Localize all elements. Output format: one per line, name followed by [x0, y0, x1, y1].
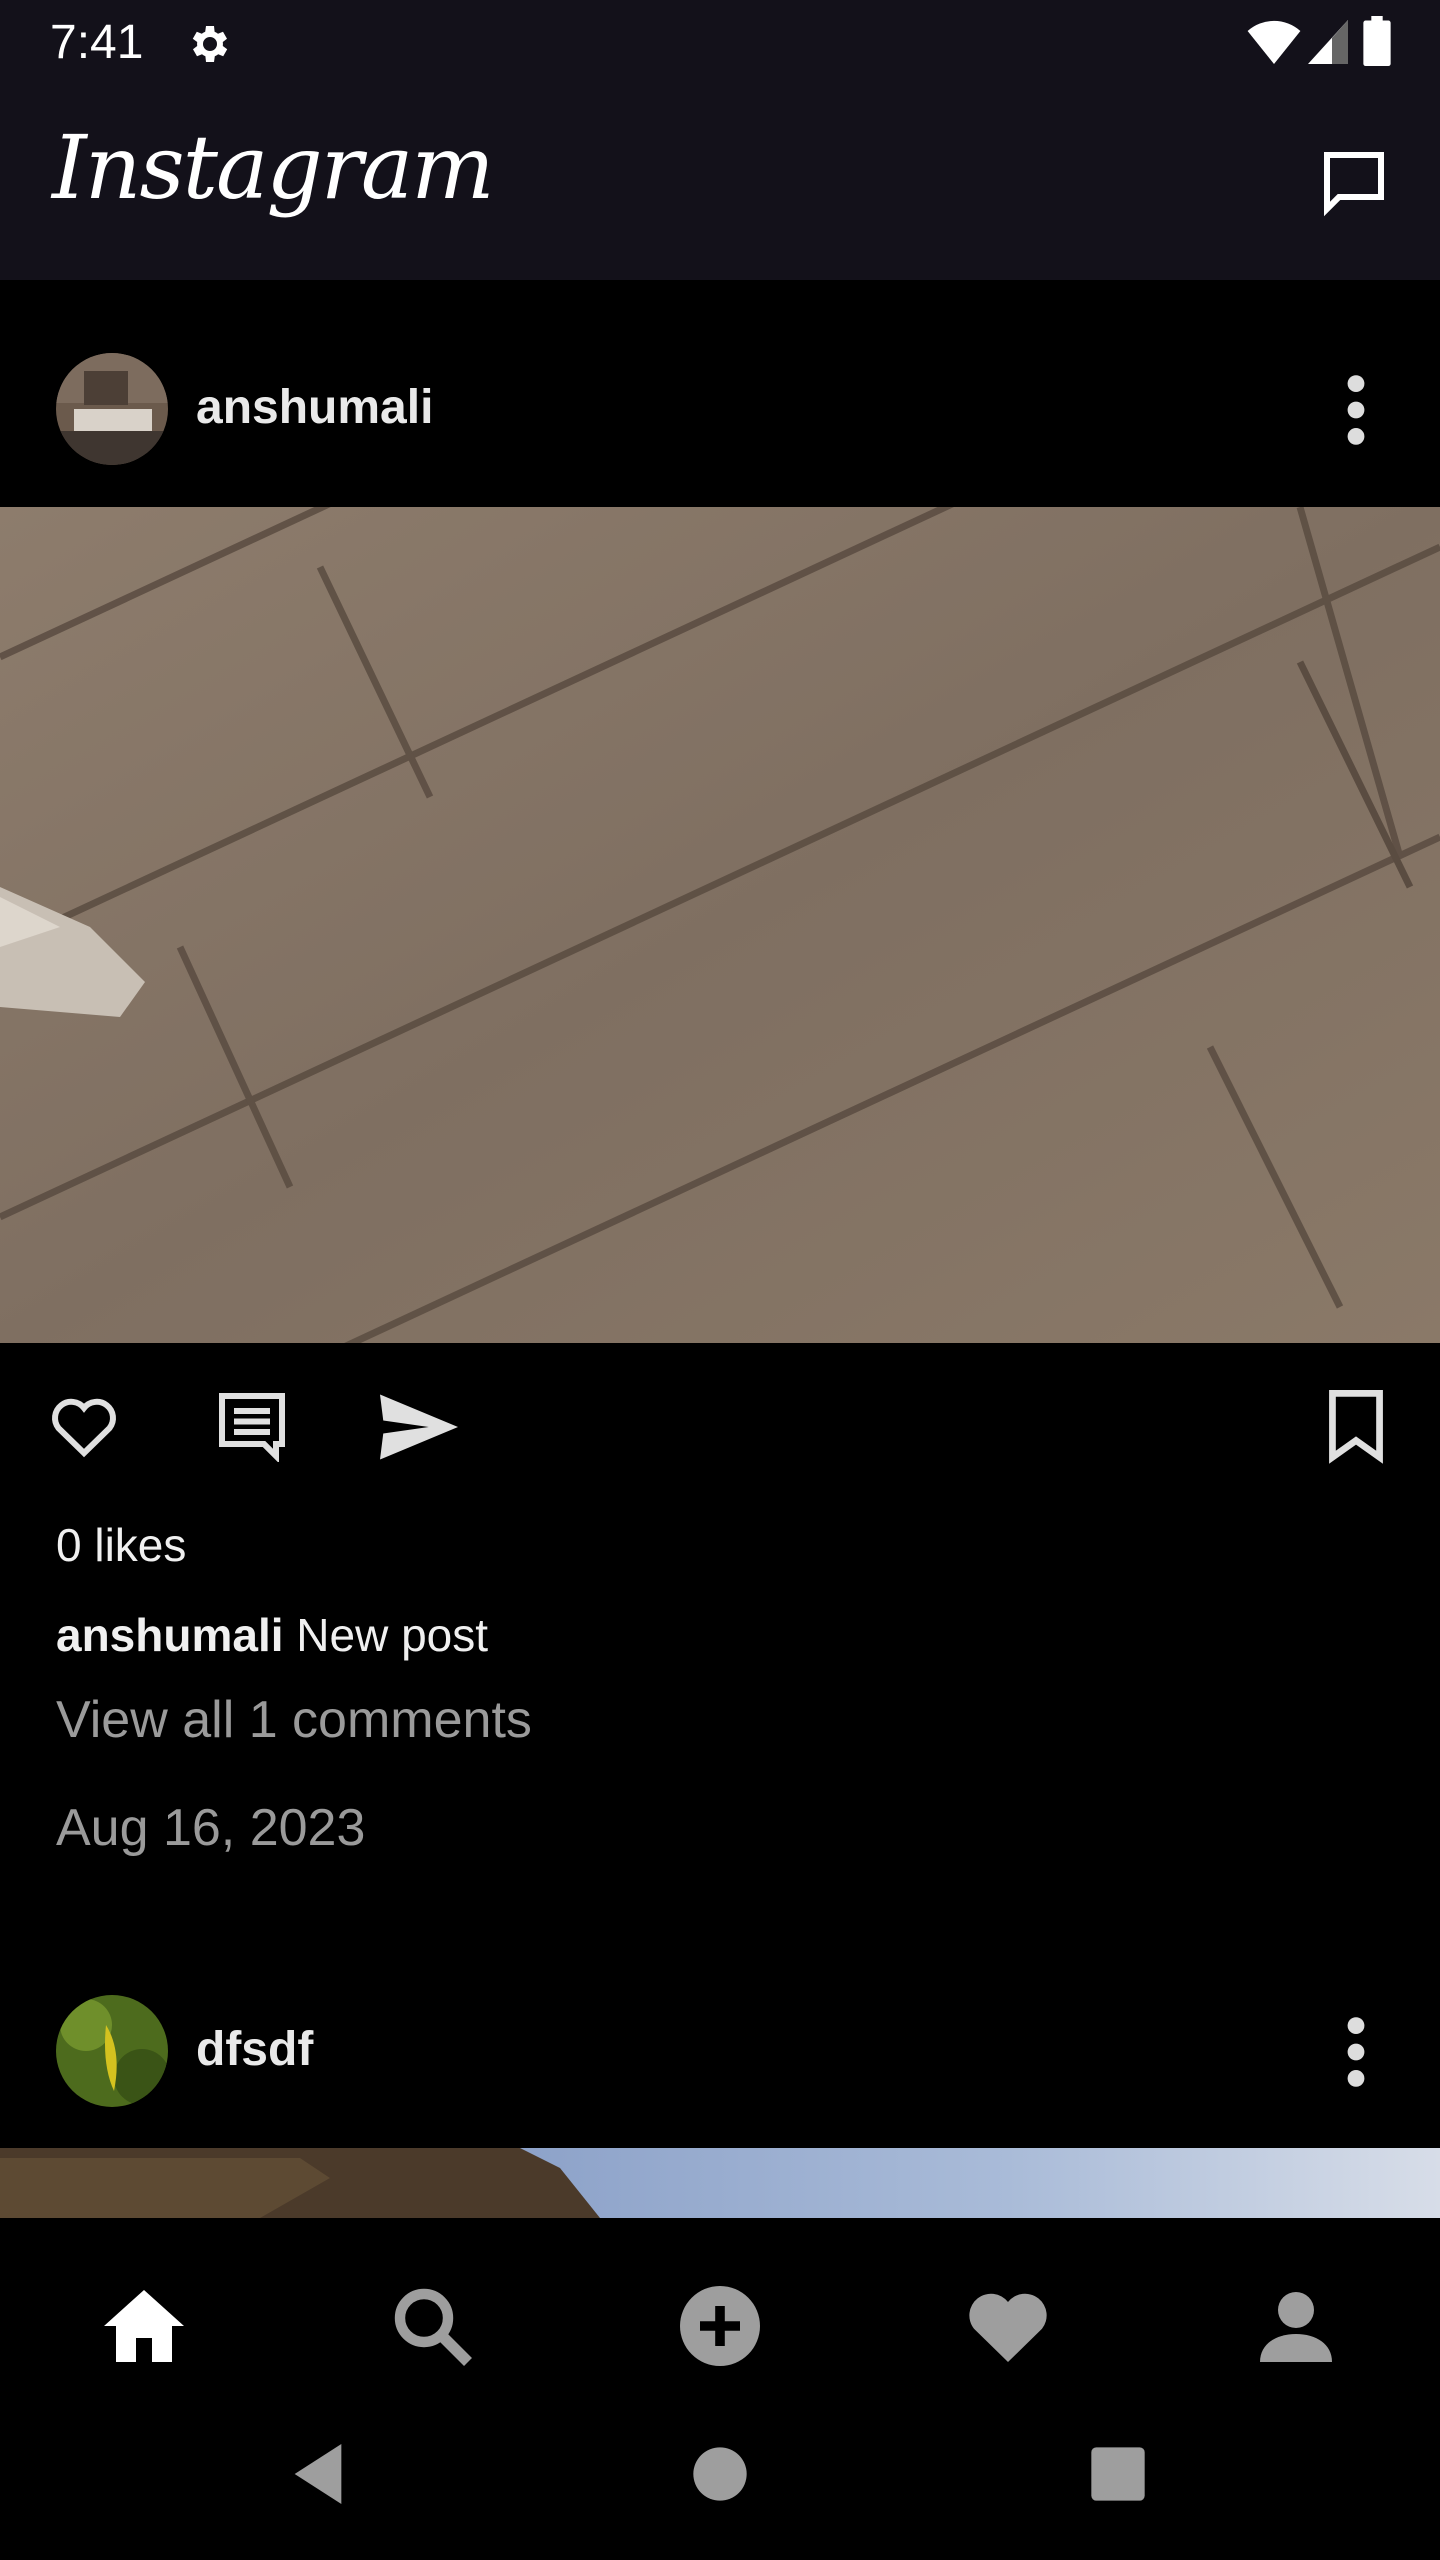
post-username[interactable]: anshumali — [196, 380, 433, 435]
status-icons — [1246, 16, 1396, 68]
search-icon[interactable] — [384, 2278, 480, 2374]
app-header: 7:41 Instagram — [0, 0, 1440, 280]
battery-icon — [1363, 16, 1391, 66]
view-comments-link[interactable]: View all 1 comments — [56, 1690, 532, 1750]
caption-username[interactable]: anshumali — [56, 1609, 284, 1661]
avatar[interactable] — [56, 353, 168, 465]
post-image[interactable] — [0, 2148, 1440, 2218]
back-icon[interactable] — [278, 2434, 358, 2514]
comment-icon[interactable] — [214, 1390, 290, 1462]
activity-icon[interactable] — [960, 2278, 1056, 2374]
like-icon[interactable] — [48, 1390, 120, 1462]
more-options-icon[interactable] — [1346, 2016, 1366, 2088]
wifi-icon — [1247, 20, 1301, 64]
add-post-icon[interactable] — [672, 2278, 768, 2374]
home-icon[interactable] — [96, 2278, 192, 2374]
bookmark-icon[interactable] — [1326, 1390, 1386, 1464]
bottom-navigation — [0, 2218, 1440, 2560]
post-date: Aug 16, 2023 — [56, 1799, 366, 1857]
post-username[interactable]: dfsdf — [196, 2022, 313, 2077]
cellular-signal-icon — [1308, 20, 1348, 64]
likes-count: 0 likes — [56, 1519, 187, 1571]
more-options-icon[interactable] — [1346, 374, 1366, 446]
home-circle-icon[interactable] — [680, 2434, 760, 2514]
status-time: 7:41 — [50, 16, 144, 69]
post-image[interactable] — [0, 507, 1440, 1343]
post-caption: anshumali New post — [56, 1608, 488, 1662]
settings-icon — [192, 26, 228, 62]
direct-message-icon[interactable] — [1318, 146, 1390, 218]
recents-icon[interactable] — [1078, 2434, 1158, 2514]
share-icon[interactable] — [380, 1394, 458, 1460]
app-logo-title: Instagram — [52, 116, 495, 219]
caption-text: New post — [296, 1609, 489, 1661]
avatar[interactable] — [56, 1995, 168, 2107]
profile-icon[interactable] — [1248, 2278, 1344, 2374]
